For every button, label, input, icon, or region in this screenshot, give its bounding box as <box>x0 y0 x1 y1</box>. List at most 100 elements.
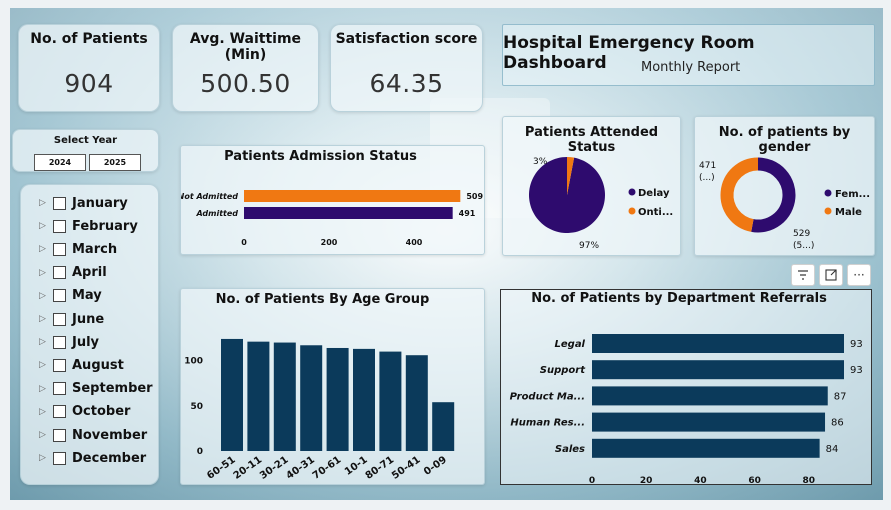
checkbox[interactable] <box>53 266 66 280</box>
year-option-2025[interactable]: 2025 <box>89 154 141 171</box>
month-label: August <box>72 357 124 373</box>
checkbox[interactable] <box>53 405 66 419</box>
bar <box>300 345 323 451</box>
x-tick-label: 70-61 <box>311 454 344 481</box>
month-item-august[interactable]: ▷ August <box>39 355 124 375</box>
x-tick-label: 60-51 <box>205 454 238 481</box>
month-item-june[interactable]: ▷ June <box>39 309 104 329</box>
filter-icon[interactable] <box>791 264 815 286</box>
month-label: June <box>72 311 105 327</box>
chevron-right-icon[interactable]: ▷ <box>39 198 49 208</box>
month-item-july[interactable]: ▷ July <box>39 332 99 352</box>
dashboard-subtitle: Monthly Report <box>641 60 741 75</box>
bar <box>247 341 270 451</box>
x-tick-label: 400 <box>406 238 423 247</box>
x-tick-label: 0-09 <box>422 454 449 477</box>
x-tick-label: 60 <box>748 476 761 486</box>
age-group-card: No. of Patients By Age Group 0 50 100 60-51… <box>180 288 485 485</box>
legend-marker <box>824 207 832 215</box>
year-slicer: Select Year 2024 2025 <box>12 129 159 172</box>
data-label: 491 <box>459 209 476 218</box>
checkbox[interactable] <box>53 196 66 210</box>
x-tick-label: 200 <box>321 238 338 247</box>
more-options-icon[interactable]: ··· <box>847 264 871 286</box>
month-item-march[interactable]: ▷ March <box>39 239 117 259</box>
chevron-right-icon[interactable]: ▷ <box>39 314 49 324</box>
checkbox[interactable] <box>53 242 66 256</box>
month-item-april[interactable]: ▷ April <box>39 263 107 283</box>
checkbox[interactable] <box>53 219 66 233</box>
data-label: 509 <box>466 192 483 201</box>
month-item-october[interactable]: ▷ October <box>39 402 130 422</box>
chevron-right-icon[interactable]: ▷ <box>39 407 49 417</box>
data-label: 87 <box>834 391 847 402</box>
focus-mode-icon[interactable] <box>819 264 843 286</box>
checkbox[interactable] <box>53 312 66 326</box>
chevron-right-icon[interactable]: ▷ <box>39 360 49 370</box>
month-item-february[interactable]: ▷ February <box>39 216 138 236</box>
checkbox[interactable] <box>53 451 66 465</box>
legend-marker <box>628 207 636 215</box>
chevron-right-icon[interactable]: ▷ <box>39 221 49 231</box>
month-label: October <box>72 404 131 420</box>
kpi-card-patients[interactable]: No. of Patients 904 <box>18 24 160 112</box>
title-box: Hospital Emergency Room Dashboard Monthl… <box>502 24 875 86</box>
data-label: 93 <box>850 339 863 350</box>
data-label: 529 <box>793 229 810 239</box>
month-label: November <box>72 427 148 443</box>
month-label: September <box>72 381 153 397</box>
x-tick-label: 80 <box>803 476 816 486</box>
attended-status-card: Patients Attended Status 3% 97% Delay Onti.… <box>502 116 681 256</box>
data-label: (...) <box>699 173 715 183</box>
chevron-right-icon[interactable]: ▷ <box>39 430 49 440</box>
x-tick-label: 40 <box>694 476 707 486</box>
chevron-right-icon[interactable]: ▷ <box>39 453 49 463</box>
x-tick-label: 30-21 <box>258 454 291 481</box>
month-item-november[interactable]: ▷ November <box>39 425 147 445</box>
donut-segment <box>751 157 796 233</box>
bar <box>273 342 296 451</box>
checkbox[interactable] <box>53 335 66 349</box>
checkbox[interactable] <box>53 289 66 303</box>
x-tick-label: 20-11 <box>232 454 265 481</box>
admission-status-card: Patients Admission Status Not Admitted 50… <box>180 145 485 255</box>
chevron-right-icon[interactable]: ▷ <box>39 384 49 394</box>
bar <box>592 334 844 353</box>
category-label: Product Ma... <box>510 391 585 402</box>
bar <box>592 360 844 380</box>
data-label: 86 <box>831 418 844 429</box>
department-chart: Legal 93 Support 93 Product Ma... 87 Human Res… <box>510 334 863 486</box>
month-item-may[interactable]: ▷ May <box>39 286 102 306</box>
chevron-right-icon[interactable]: ▷ <box>39 268 49 278</box>
month-label: January <box>72 195 128 211</box>
age-group-chart: 05010060-5120-1130-2140-3170-61 10-180-71… <box>184 338 455 482</box>
checkbox[interactable] <box>53 428 66 442</box>
x-tick-label: 50-41 <box>390 454 423 481</box>
donut-segment <box>720 157 759 232</box>
kpi-title: No. of Patients <box>30 31 148 47</box>
kpi-card-satisfaction[interactable]: Satisfaction score 64.35 <box>330 24 483 112</box>
month-item-september[interactable]: ▷ September <box>39 379 153 399</box>
kpi-value: 904 <box>64 69 114 98</box>
data-label: 93 <box>850 365 863 376</box>
kpi-title: Satisfaction score <box>335 31 478 47</box>
category-label: Admitted <box>195 209 238 218</box>
legend-label: Onti... <box>638 207 673 218</box>
legend-label: Fem... <box>835 189 870 200</box>
legend-label: Delay <box>638 188 670 199</box>
month-label: July <box>72 334 100 350</box>
attended-status-pie: 3% 97% Delay Onti... <box>529 157 673 251</box>
bar <box>592 386 828 406</box>
month-item-january[interactable]: ▷ January <box>39 193 128 213</box>
checkbox[interactable] <box>53 358 66 372</box>
chevron-right-icon[interactable]: ▷ <box>39 337 49 347</box>
chevron-right-icon[interactable]: ▷ <box>39 291 49 301</box>
year-option-2024[interactable]: 2024 <box>34 154 86 171</box>
month-item-december[interactable]: ▷ December <box>39 448 146 468</box>
bar <box>353 348 375 451</box>
kpi-card-waittime[interactable]: Avg. Waittime (Min) 500.50 <box>172 24 319 112</box>
year-slicer-title: Select Year <box>53 135 118 146</box>
y-tick-label: 0 <box>197 447 203 457</box>
checkbox[interactable] <box>53 382 66 396</box>
chevron-right-icon[interactable]: ▷ <box>39 244 49 254</box>
